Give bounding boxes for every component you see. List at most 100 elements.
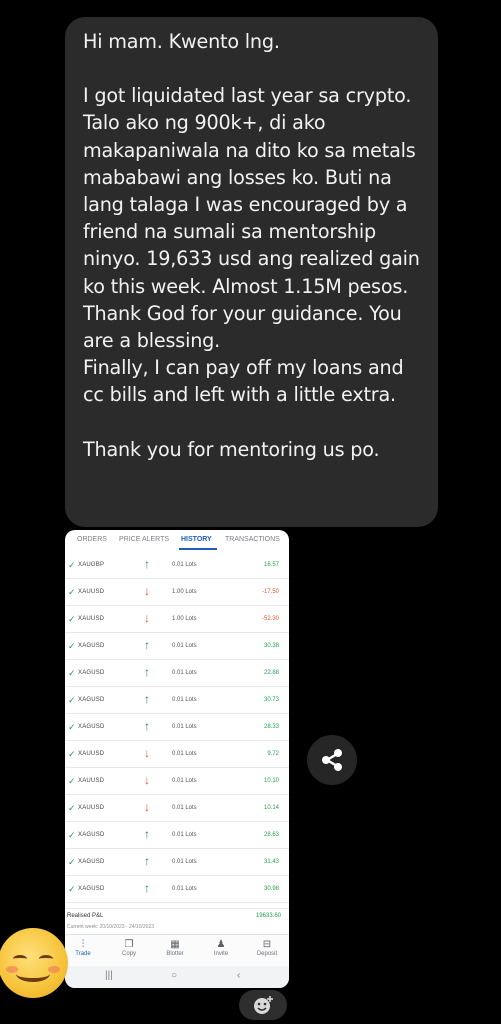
symbol-label: XAUUSD: [78, 778, 105, 784]
check-icon: ✓: [68, 560, 76, 570]
arrow-down-icon: ↓: [144, 800, 150, 814]
pl-value: -52.30: [261, 616, 279, 622]
arrow-up-icon: ↑: [144, 854, 150, 868]
tab-history[interactable]: HISTORY: [181, 536, 212, 543]
check-icon: ✓: [68, 587, 76, 597]
arrow-down-icon: ↓: [144, 584, 150, 598]
history-row[interactable]: ✓ XAUUSD ↓ 1.00 Lots -52.30: [65, 606, 289, 633]
nav-label: Copy: [121, 951, 136, 957]
history-row[interactable]: ✓ XAGUSD ↑ 0.01 Lots 28.33: [65, 714, 289, 741]
pl-value: 22.88: [263, 670, 279, 676]
realised-pl-value: 19633.60: [255, 913, 281, 919]
nav-copy[interactable]: ❐ Copy: [109, 938, 149, 957]
lots-label: 0.01 Lots: [172, 724, 197, 730]
bottom-nav: ⫶ Trade ❐ Copy ▦ Blotter ♟ Invite ⊟ Deposit: [65, 934, 289, 966]
message-text: Hi mam. Kwento lng. I got liquidated last…: [83, 28, 428, 463]
emoji-left-eye: [13, 955, 27, 963]
nav-label: Blotter: [166, 951, 184, 957]
symbol-label: XAGUSD: [78, 643, 105, 649]
history-row[interactable]: ✓ XAUUSD ↓ 1.00 Lots -17.50: [65, 579, 289, 606]
message-paragraph: I got liquidated last year sa crypto. Ta…: [83, 84, 420, 353]
nav-trade[interactable]: ⫶ Trade: [65, 938, 103, 957]
symbol-label: XAUUSD: [78, 751, 105, 757]
check-icon: ✓: [68, 803, 76, 813]
trading-screenshot[interactable]: ORDERS PRICE ALERTS HISTORY TRANSACTIONS ✓ X…: [65, 530, 289, 988]
smiling-face-emoji: [0, 928, 68, 998]
symbol-label: XAGUSD: [78, 832, 105, 838]
symbol-label: XAGUSD: [78, 859, 105, 865]
history-row[interactable]: ✓ XAUUSD ↓ 0.01 Lots 10.14: [65, 795, 289, 822]
pl-value: -17.50: [261, 589, 279, 595]
invite-icon: ♟: [216, 939, 226, 950]
tab-price-alerts[interactable]: PRICE ALERTS: [119, 536, 169, 543]
emoji-right-eye: [39, 955, 53, 963]
symbol-label: XAUUSD: [78, 616, 105, 622]
check-icon: ✓: [68, 722, 76, 732]
history-row[interactable]: ✓ XAGUSD ↑ 0.01 Lots 30.73: [65, 687, 289, 714]
arrow-up-icon: ↑: [144, 665, 150, 679]
lots-label: 0.01 Lots: [172, 643, 197, 649]
share-button[interactable]: [307, 735, 357, 785]
blotter-icon: ▦: [170, 939, 180, 950]
pl-value: 31.43: [263, 859, 279, 865]
symbol-label: XAUGBP: [78, 562, 105, 568]
pl-value: 28.33: [263, 724, 279, 730]
history-row[interactable]: ✓ XAGUSD ↑ 0.01 Lots 28.63: [65, 822, 289, 849]
arrow-down-icon: ↓: [144, 611, 150, 625]
history-row[interactable]: ✓ XAGUSD ↑ 0.01 Lots 30.38: [65, 633, 289, 660]
add-reaction-button[interactable]: [239, 990, 287, 1020]
arrow-up-icon: ↑: [144, 881, 150, 895]
tab-orders[interactable]: ORDERS: [77, 536, 107, 543]
history-row[interactable]: ✓ XAGUSD ↑ 0.01 Lots 30.98: [65, 876, 289, 903]
arrow-up-icon: ↑: [144, 557, 150, 571]
check-icon: ✓: [68, 641, 76, 651]
lots-label: 0.01 Lots: [172, 670, 197, 676]
symbol-label: XAUUSD: [78, 805, 105, 811]
message-paragraph: Hi mam. Kwento lng.: [83, 30, 280, 53]
check-icon: ✓: [68, 749, 76, 759]
nav-invite[interactable]: ♟ Invite: [201, 938, 241, 957]
message-paragraph: Thank you for mentoring us po.: [83, 437, 380, 461]
pl-summary: Realised P&L 19633.60 Current week: 20/1…: [65, 908, 289, 934]
arrow-up-icon: ↑: [144, 692, 150, 706]
lots-label: 0.01 Lots: [172, 751, 197, 757]
check-icon: ✓: [68, 776, 76, 786]
check-icon: ✓: [68, 614, 76, 624]
history-row[interactable]: ✓ XAGUSD ↑ 0.01 Lots 22.88: [65, 660, 289, 687]
history-row[interactable]: ✓ XAUUSD ↓ 0.01 Lots 10.10: [65, 768, 289, 795]
symbol-label: XAUUSD: [78, 589, 105, 595]
active-tab-indicator: [179, 548, 217, 550]
symbol-label: XAGUSD: [78, 670, 105, 676]
lots-label: 0.01 Lots: [172, 859, 197, 865]
pl-value: 10.10: [263, 778, 279, 784]
nav-deposit[interactable]: ⊟ Deposit: [247, 938, 287, 957]
lots-label: 0.01 Lots: [172, 886, 197, 892]
message-paragraph: Finally, I can pay off my loans and cc b…: [83, 356, 404, 407]
lots-label: 0.01 Lots: [172, 562, 197, 568]
system-nav-bar: ||| ○ ‹: [65, 966, 289, 988]
back-icon[interactable]: ‹: [237, 970, 240, 981]
lots-label: 1.00 Lots: [172, 616, 197, 622]
copy-icon: ❐: [124, 939, 134, 950]
lots-label: 0.01 Lots: [172, 697, 197, 703]
lots-label: 0.01 Lots: [172, 778, 197, 784]
current-week-label: Current week: 20/10/2023 - 24/10/2023: [67, 924, 155, 930]
add-reaction-icon: [254, 996, 273, 1014]
history-row[interactable]: ✓ XAGUSD ↑ 0.01 Lots 31.43: [65, 849, 289, 876]
emoji-mouth: [16, 966, 50, 982]
history-row[interactable]: ✓ XAUUSD ↓ 0.01 Lots 9.72: [65, 741, 289, 768]
home-icon[interactable]: ○: [171, 970, 177, 981]
nav-blotter[interactable]: ▦ Blotter: [155, 938, 195, 957]
arrow-up-icon: ↑: [144, 719, 150, 733]
symbol-label: XAGUSD: [78, 886, 105, 892]
pl-value: 9.72: [267, 751, 279, 757]
recent-apps-icon[interactable]: |||: [105, 970, 113, 981]
tab-transactions[interactable]: TRANSACTIONS: [225, 536, 280, 543]
share-icon: [322, 749, 342, 771]
history-row[interactable]: ✓ XAUGBP ↑ 0.01 Lots 16.57: [65, 552, 289, 579]
nav-label: Trade: [75, 951, 91, 957]
check-icon: ✓: [68, 695, 76, 705]
deposit-icon: ⊟: [262, 939, 272, 950]
